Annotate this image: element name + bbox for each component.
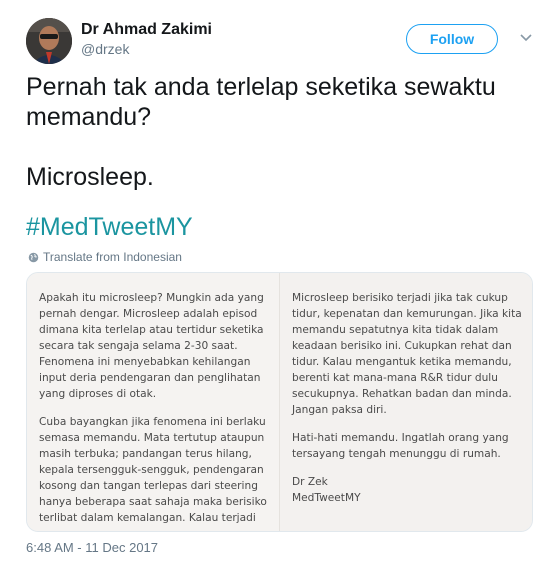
image-panel-right: Microsleep berisiko terjadi jika tak cuk… — [280, 273, 532, 531]
display-name[interactable]: Dr Ahmad Zakimi — [81, 20, 212, 40]
author-info[interactable]: Dr Ahmad Zakimi @drzek — [81, 20, 212, 58]
timestamp[interactable]: 6:48 AM - 11 Dec 2017 — [26, 540, 158, 555]
image-text-right-1: Microsleep berisiko terjadi jika tak cuk… — [292, 292, 522, 416]
handle[interactable]: @drzek — [81, 40, 212, 58]
tweet-line-2: Microsleep. — [26, 163, 154, 191]
avatar-image — [26, 18, 72, 64]
tweet-text: Pernah tak anda terlelap seketika sewakt… — [26, 72, 536, 192]
avatar[interactable] — [26, 18, 72, 64]
image-signature-name: Dr Zek — [292, 476, 328, 488]
image-panel-left: Apakah itu microsleep? Mungkin ada yang … — [27, 273, 279, 531]
image-signature-tag: MedTweetMY — [292, 492, 361, 504]
chevron-down-icon[interactable] — [518, 30, 534, 46]
translate-link[interactable]: Translate from Indonesian — [28, 250, 182, 264]
hashtag-link[interactable]: #MedTweetMY — [26, 212, 193, 242]
image-text-right-2: Hati-hati memandu. Ingatlah orang yang t… — [292, 432, 509, 460]
attached-image[interactable]: Apakah itu microsleep? Mungkin ada yang … — [26, 272, 533, 532]
image-text-left-2: Cuba bayangkan jika fenomena ini berlaku… — [39, 416, 267, 524]
tweet-header: Dr Ahmad Zakimi @drzek Follow — [26, 18, 541, 66]
tweet-line-1: Pernah tak anda terlelap seketika sewakt… — [26, 73, 496, 131]
globe-icon — [28, 252, 39, 262]
follow-button[interactable]: Follow — [406, 24, 498, 54]
image-text-left-1: Apakah itu microsleep? Mungkin ada yang … — [39, 292, 264, 400]
translate-label[interactable]: Translate from Indonesian — [43, 250, 182, 264]
